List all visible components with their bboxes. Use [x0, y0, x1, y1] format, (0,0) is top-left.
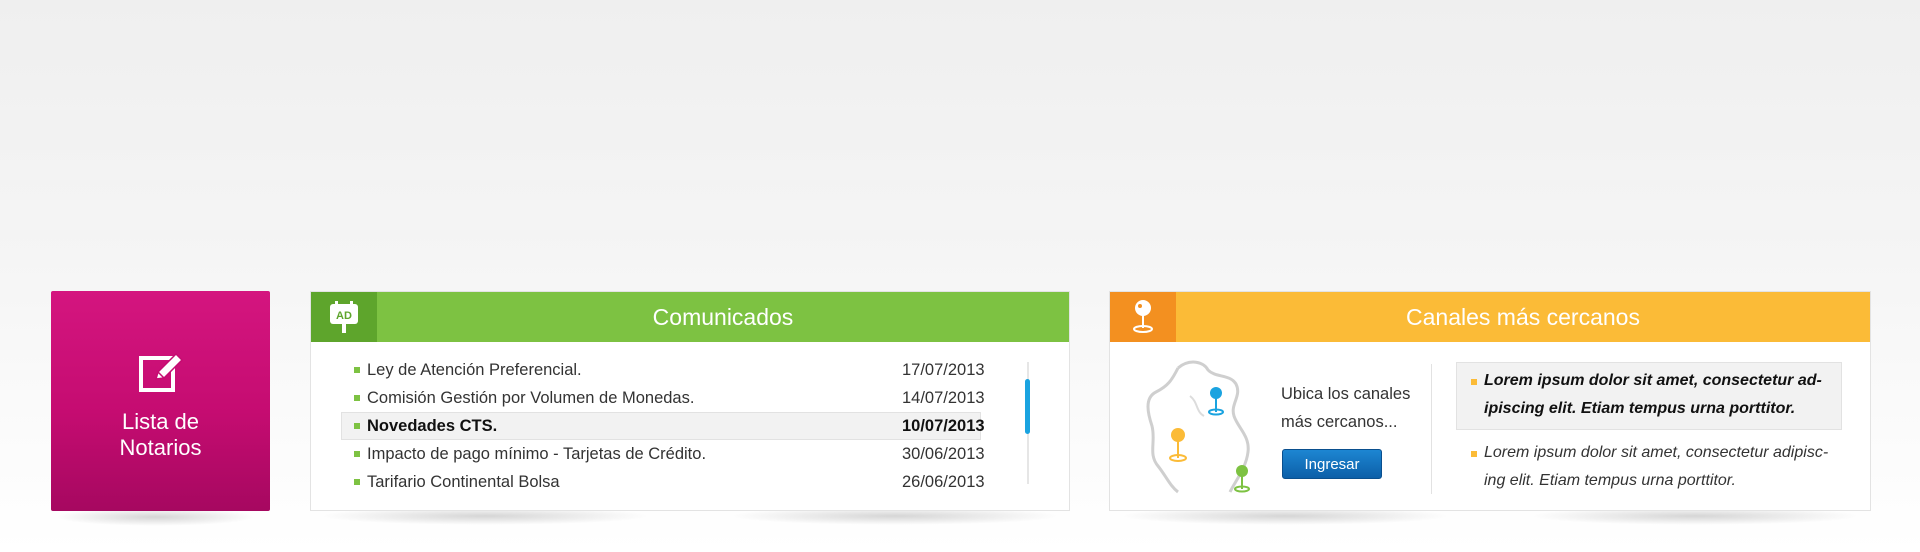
lorem-item-2[interactable]: Lorem ipsum dolor sit amet, consectetur …	[1484, 439, 1834, 495]
lista-de-notarios-tile[interactable]: Lista de Notarios	[51, 291, 270, 511]
ad-billboard-icon: AD	[330, 301, 358, 333]
news-title: Impacto de pago mínimo - Tarjetas de Cré…	[367, 445, 707, 463]
canales-icon-box	[1110, 292, 1176, 342]
canales-text-line1: Ubica los canales	[1281, 385, 1411, 403]
bullet-icon	[354, 451, 360, 457]
news-title: Tarifario Continental Bolsa	[367, 473, 560, 491]
bullet-icon	[1471, 451, 1477, 457]
tile-label: Lista de Notarios	[51, 409, 270, 461]
news-title: Novedades CTS.	[367, 417, 498, 435]
map-pin-icon	[1133, 300, 1153, 333]
canales-title: Canales más cercanos	[1406, 303, 1640, 330]
ingresar-button[interactable]: Ingresar	[1282, 449, 1382, 479]
comunicados-title: Comunicados	[652, 303, 794, 330]
svg-text:AD: AD	[336, 310, 352, 322]
news-date: 14/07/2013	[902, 389, 985, 407]
news-date: 17/07/2013	[902, 361, 985, 379]
lorem-item-2-line2: ing elit. Etiam tempus urna porttitor.	[1484, 472, 1736, 489]
comunicados-header: AD Comunicados	[311, 292, 1069, 342]
canales-header: Canales más cercanos	[1110, 292, 1870, 342]
edit-icon	[139, 352, 184, 392]
bullet-icon	[354, 479, 360, 485]
comunicados-icon-box: AD	[311, 292, 377, 342]
bullet-icon	[354, 395, 360, 401]
lorem-item-1[interactable]: Lorem ipsum dolor sit amet, consectetur …	[1484, 367, 1834, 423]
bullet-icon	[1471, 379, 1477, 385]
canales-text-line2: más cercanos...	[1281, 413, 1398, 431]
canales-panel: Canales más cercanos Ubica los canales m…	[1109, 291, 1871, 511]
vertical-divider	[1431, 364, 1432, 494]
comunicados-list: Ley de Atención Preferencial. 17/07/2013…	[341, 356, 985, 496]
news-item[interactable]: Comisión Gestión por Volumen de Monedas.…	[341, 384, 985, 412]
map-illustration	[1146, 360, 1250, 494]
comunicados-panel: AD Comunicados Ley de Atención Preferenc…	[310, 291, 1070, 511]
lorem-item-1-line2: ipiscing elit. Etiam tempus urna porttit…	[1484, 400, 1796, 417]
news-item[interactable]: Tarifario Continental Bolsa 26/06/2013	[341, 468, 985, 496]
news-date: 10/07/2013	[902, 417, 985, 435]
news-title: Ley de Atención Preferencial.	[367, 361, 582, 379]
lorem-item-2-line1: Lorem ipsum dolor sit amet, consectetur …	[1484, 444, 1829, 461]
lorem-item-1-line1: Lorem ipsum dolor sit amet, consectetur …	[1484, 372, 1822, 389]
news-title: Comisión Gestión por Volumen de Monedas.	[367, 389, 695, 407]
news-item[interactable]: Impacto de pago mínimo - Tarjetas de Cré…	[341, 440, 985, 468]
news-item[interactable]: Novedades CTS. 10/07/2013	[341, 412, 985, 440]
scrollbar-thumb[interactable]	[1025, 379, 1030, 434]
bullet-icon	[354, 423, 360, 429]
tile-label-line1: Lista de	[121, 409, 200, 434]
canales-description: Ubica los canales más cercanos...	[1281, 380, 1431, 436]
bullet-icon	[354, 367, 360, 373]
news-date: 26/06/2013	[902, 473, 985, 491]
news-date: 30/06/2013	[902, 445, 985, 463]
news-item[interactable]: Ley de Atención Preferencial. 17/07/2013	[341, 356, 985, 384]
tile-label-line2: Notarios	[119, 435, 202, 460]
